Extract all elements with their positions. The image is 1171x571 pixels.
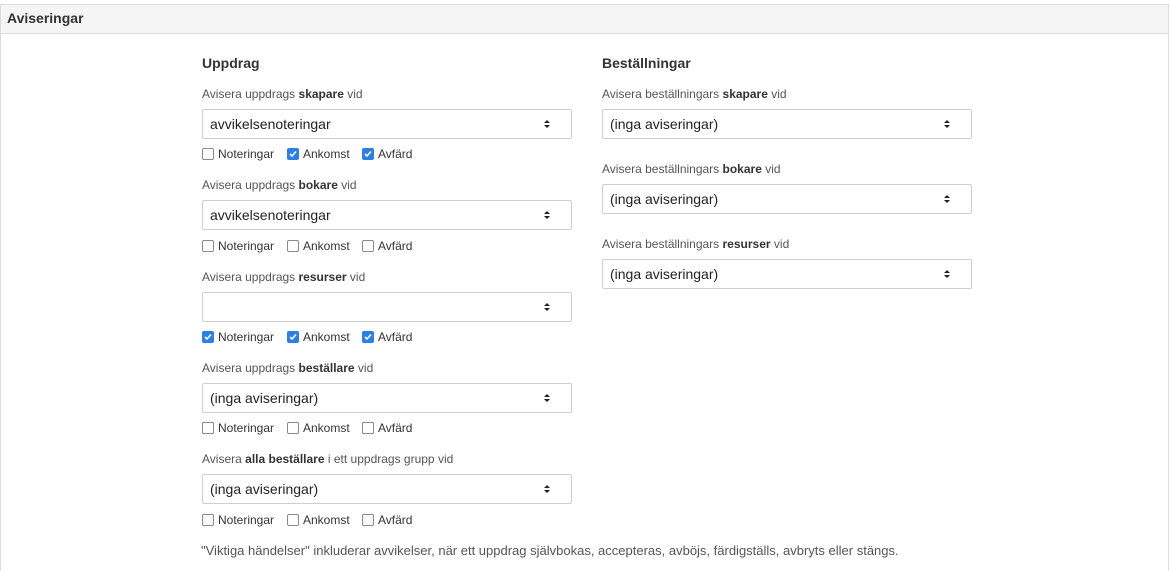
best-resurser-label: Avisera beställningars resurser vid	[602, 237, 790, 251]
skapare-ankomst-checkbox[interactable]: Ankomst	[287, 147, 350, 161]
alla-bestallare-label: Avisera alla beställare i ett uppdrags g…	[202, 452, 454, 466]
alla-bestallare-noteringar-checkbox[interactable]: Noteringar	[202, 513, 274, 527]
check-icon	[364, 150, 372, 158]
checkbox-box	[287, 331, 299, 343]
check-icon	[364, 333, 372, 341]
skapare-select[interactable]: avvikelsenoteringar	[202, 109, 572, 139]
resurser-noteringar-checkbox[interactable]: Noteringar	[202, 330, 274, 344]
updown-caret-icon	[944, 120, 950, 128]
select-value: (inga aviseringar)	[210, 390, 319, 406]
best-skapare-label: Avisera beställningars skapare vid	[602, 87, 787, 101]
bokare-label: Avisera uppdrags bokare vid	[202, 178, 357, 192]
checkbox-box	[362, 331, 374, 343]
checkbox-box	[202, 422, 214, 434]
checkbox-box	[362, 148, 374, 160]
checkbox-box	[362, 514, 374, 526]
bokare-select[interactable]: avvikelsenoteringar	[202, 200, 572, 230]
select-value: avvikelsenoteringar	[210, 207, 331, 223]
resurser-ankomst-checkbox[interactable]: Ankomst	[287, 330, 350, 344]
select-value: avvikelsenoteringar	[210, 116, 331, 132]
updown-caret-icon	[944, 270, 950, 278]
select-value: (inga aviseringar)	[610, 266, 719, 282]
checkbox-box	[362, 422, 374, 434]
resurser-select[interactable]	[202, 292, 572, 322]
updown-caret-icon	[544, 211, 550, 219]
checkbox-box	[287, 514, 299, 526]
checkbox-box	[202, 148, 214, 160]
updown-caret-icon	[544, 485, 550, 493]
notifications-panel: Aviseringar Uppdrag Avisera uppdrags ska…	[0, 4, 1169, 571]
skapare-noteringar-checkbox[interactable]: Noteringar	[202, 147, 274, 161]
bestallare-select[interactable]: (inga aviseringar)	[202, 383, 572, 413]
bokare-avfard-checkbox[interactable]: Avfärd	[362, 239, 412, 253]
skapare-label: Avisera uppdrags skapare vid	[202, 87, 363, 101]
important-events-note: "Viktiga händelser" inkluderar avvikelse…	[201, 543, 899, 558]
updown-caret-icon	[544, 120, 550, 128]
uppdrag-title: Uppdrag	[202, 55, 260, 71]
bestallare-noteringar-checkbox[interactable]: Noteringar	[202, 421, 274, 435]
best-bokare-select[interactable]: (inga aviseringar)	[602, 184, 972, 214]
check-icon	[289, 333, 297, 341]
best-skapare-select[interactable]: (inga aviseringar)	[602, 109, 972, 139]
checkbox-box	[287, 148, 299, 160]
select-value: (inga aviseringar)	[610, 191, 719, 207]
alla-bestallare-ankomst-checkbox[interactable]: Ankomst	[287, 513, 350, 527]
skapare-avfard-checkbox[interactable]: Avfärd	[362, 147, 412, 161]
checkbox-box	[362, 240, 374, 252]
bestallare-avfard-checkbox[interactable]: Avfärd	[362, 421, 412, 435]
bestallare-ankomst-checkbox[interactable]: Ankomst	[287, 421, 350, 435]
bokare-noteringar-checkbox[interactable]: Noteringar	[202, 239, 274, 253]
checkbox-box	[202, 331, 214, 343]
panel-title: Aviseringar	[1, 5, 1168, 34]
alla-bestallare-avfard-checkbox[interactable]: Avfärd	[362, 513, 412, 527]
checkbox-box	[202, 240, 214, 252]
check-icon	[289, 150, 297, 158]
alla-bestallare-select[interactable]: (inga aviseringar)	[202, 474, 572, 504]
resurser-avfard-checkbox[interactable]: Avfärd	[362, 330, 412, 344]
bestallningar-title: Beställningar	[602, 55, 691, 71]
check-icon	[204, 333, 212, 341]
select-value: (inga aviseringar)	[210, 481, 319, 497]
checkbox-box	[202, 514, 214, 526]
checkbox-box	[287, 240, 299, 252]
checkbox-box	[287, 422, 299, 434]
updown-caret-icon	[544, 394, 550, 402]
updown-caret-icon	[544, 303, 550, 311]
bestallare-label: Avisera uppdrags beställare vid	[202, 361, 374, 375]
select-value: (inga aviseringar)	[610, 116, 719, 132]
resurser-label: Avisera uppdrags resurser vid	[202, 270, 366, 284]
best-bokare-label: Avisera beställningars bokare vid	[602, 162, 781, 176]
bokare-ankomst-checkbox[interactable]: Ankomst	[287, 239, 350, 253]
best-resurser-select[interactable]: (inga aviseringar)	[602, 259, 972, 289]
updown-caret-icon	[944, 195, 950, 203]
